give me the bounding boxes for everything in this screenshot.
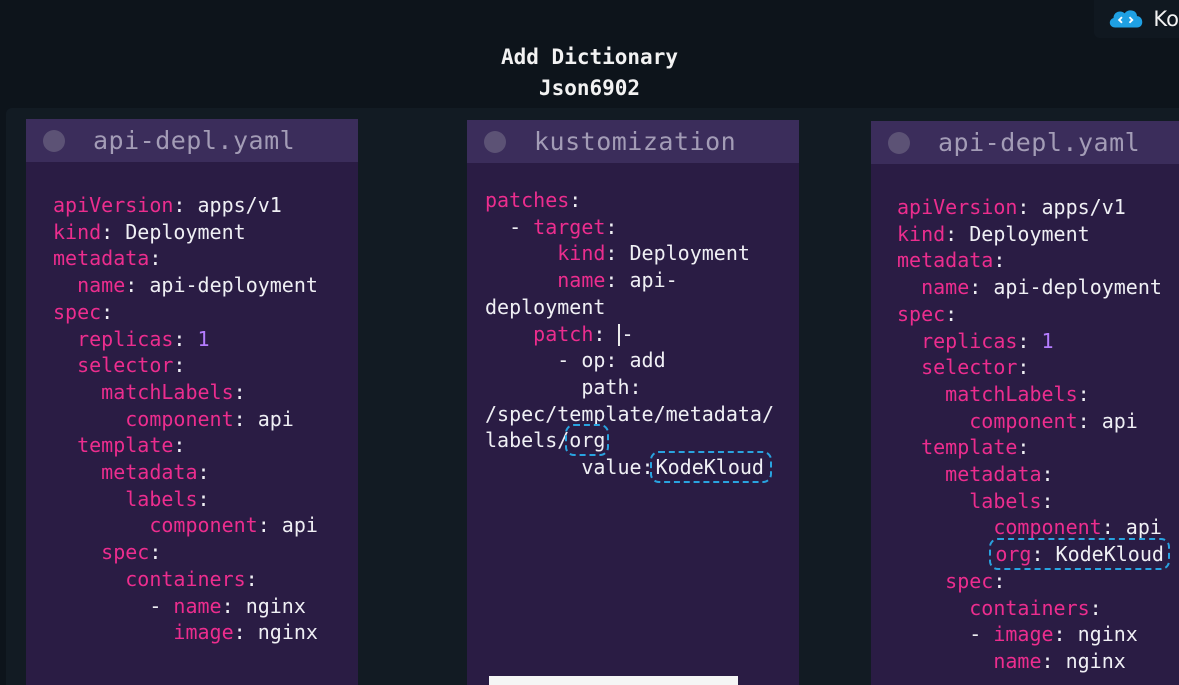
- code-line: kind: Deployment: [53, 219, 246, 244]
- code-line: apiVersion: apps/v1: [53, 193, 282, 217]
- code-line: metadata:: [101, 460, 210, 485]
- panel-left-title: api-depl.yaml: [93, 126, 296, 155]
- code-line: selector:: [77, 353, 186, 378]
- brand-logo: Ko: [1094, 0, 1179, 38]
- code-line: component: api: [149, 513, 318, 538]
- panel-right: api-depl.yaml apiVersion: apps/v1 kind: D…: [871, 121, 1179, 685]
- code-line: replicas: 1: [77, 326, 210, 351]
- code-line: metadata:: [53, 246, 162, 271]
- code-line: - op: add: [557, 348, 666, 373]
- code-line: labels:: [969, 488, 1054, 513]
- code-line: replicas: 1: [921, 328, 1054, 353]
- code-line: component: api: [969, 408, 1138, 433]
- code-line: selector:: [921, 355, 1030, 380]
- code-line: path:: [581, 374, 642, 399]
- code-block-right: apiVersion: apps/v1 kind: Deployment metad…: [897, 194, 1170, 675]
- code-line: deployment: [485, 294, 606, 319]
- panel-middle-header: kustomization: [467, 120, 799, 163]
- code-line: metadata:: [897, 248, 1006, 273]
- code-line: spec:: [945, 568, 1006, 593]
- title-line-2: Json6902: [538, 76, 641, 100]
- code-line: org: KodeKloud: [897, 538, 1170, 571]
- code-line: component: api: [993, 515, 1162, 540]
- code-line: /spec/template/metadata/: [485, 401, 774, 426]
- code-line: template:: [921, 435, 1030, 460]
- code-line: name: api-deployment: [921, 275, 1162, 300]
- code-line: patches:: [485, 188, 582, 212]
- panel-left: api-depl.yaml apiVersion: apps/v1 kind: D…: [26, 119, 358, 685]
- panel-middle: kustomization patches: - target: kind: D…: [467, 120, 799, 685]
- code-line: spec:: [101, 540, 162, 565]
- code-line: - image: nginx: [897, 622, 1138, 647]
- panel-middle-title: kustomization: [534, 127, 737, 156]
- code-line: component: api: [125, 406, 294, 431]
- window-dot-icon: [43, 129, 65, 152]
- code-line: patch: -: [533, 321, 634, 347]
- slide-title: Add Dictionary Json6902: [0, 42, 1179, 104]
- code-line: value: KodeKloud: [485, 451, 774, 484]
- panel-left-header: api-depl.yaml: [26, 119, 358, 162]
- code-line: containers:: [969, 595, 1102, 620]
- highlight-org-label: org: KodeKloud: [989, 538, 1170, 571]
- code-block-middle: patches: - target: kind: Deployment name…: [485, 187, 774, 484]
- code-line: - target:: [485, 214, 618, 239]
- caption-bar: [489, 676, 738, 685]
- code-line: metadata:: [945, 462, 1054, 487]
- highlight-org-key: org: [565, 424, 610, 457]
- code-line: image: nginx: [173, 620, 318, 645]
- code-line: name: nginx: [993, 648, 1126, 673]
- window-dot-icon: [888, 131, 910, 154]
- code-line: matchLabels:: [101, 379, 246, 404]
- highlight-value: KodeKloud: [649, 451, 772, 484]
- code-line: name: api-: [557, 268, 678, 293]
- code-line: spec:: [897, 301, 958, 326]
- code-line: template:: [77, 433, 186, 458]
- window-dot-icon: [484, 130, 506, 153]
- code-block-left: apiVersion: apps/v1 kind: Deployment metad…: [53, 192, 318, 646]
- cloud-code-icon: [1109, 10, 1143, 28]
- brand-name: Ko: [1153, 7, 1179, 31]
- code-line: matchLabels:: [945, 381, 1090, 406]
- code-line: spec:: [53, 299, 114, 324]
- code-line: - name: nginx: [53, 593, 306, 618]
- code-line: kind: Deployment: [557, 241, 750, 266]
- code-line: labels/org: [485, 424, 610, 457]
- title-line-1: Add Dictionary: [500, 45, 678, 69]
- code-line: apiVersion: apps/v1: [897, 195, 1126, 219]
- code-line: kind: Deployment: [897, 221, 1090, 246]
- code-line: name: api-deployment: [77, 273, 318, 298]
- code-line: labels:: [125, 486, 210, 511]
- panel-right-header: api-depl.yaml: [871, 121, 1179, 164]
- code-line: containers:: [125, 566, 258, 591]
- panel-right-title: api-depl.yaml: [938, 128, 1141, 157]
